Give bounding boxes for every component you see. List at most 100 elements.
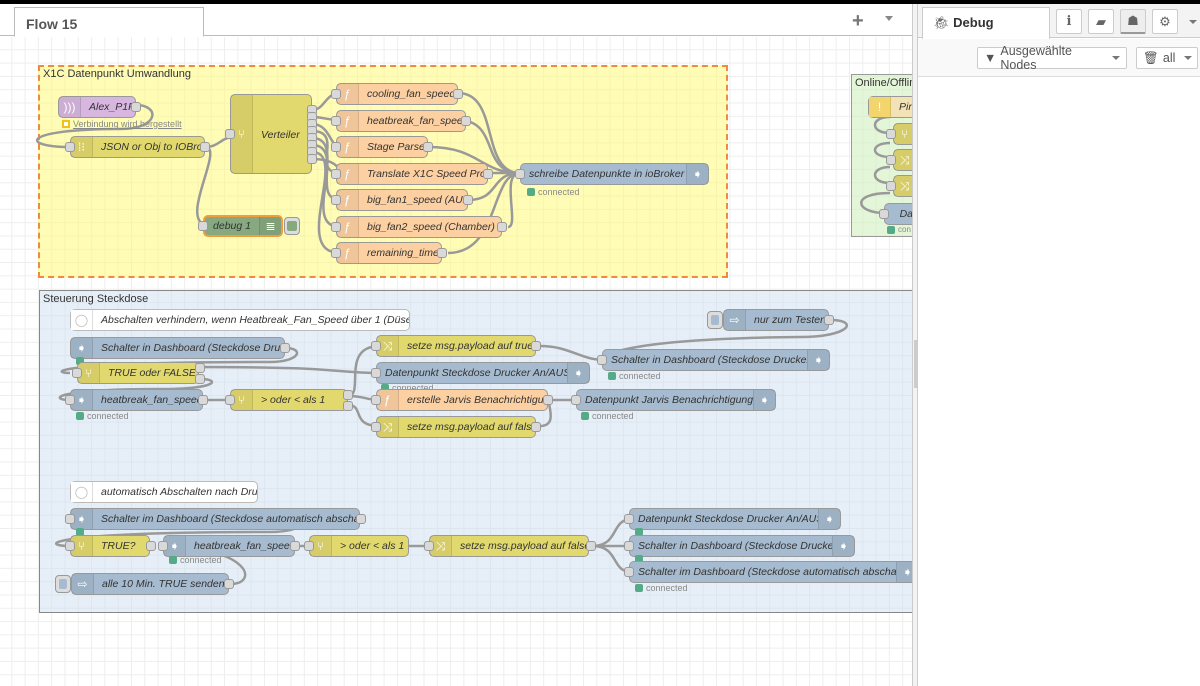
input-port[interactable] [371, 395, 381, 405]
info-button[interactable]: i [1056, 9, 1082, 34]
output-port[interactable] [437, 248, 447, 258]
output-port[interactable] [543, 395, 553, 405]
output-port[interactable] [195, 374, 205, 384]
tab-menu-caret-icon[interactable] [885, 16, 893, 21]
node-alex-p1p[interactable]: ))) Alex_P1P [58, 96, 136, 118]
inject-trigger-button[interactable] [707, 311, 723, 329]
output-port[interactable] [195, 363, 205, 373]
node-setze-payload-true[interactable]: ⤨ setze msg.payload auf true [376, 335, 536, 357]
comment-automatisch-abschalten[interactable]: ◯ automatisch Abschalten nach Druck [70, 481, 258, 503]
node-big-fan2-speed[interactable]: ƒ big_fan2_speed (Chamber) [336, 216, 502, 238]
node-alle-10-min[interactable]: ⇨ alle 10 Min. TRUE senden ↻ [71, 573, 229, 595]
output-port[interactable] [531, 422, 541, 432]
input-port[interactable] [72, 368, 82, 378]
input-port[interactable] [331, 142, 341, 152]
input-port[interactable] [371, 422, 381, 432]
node-oder-als-1-b[interactable]: ⑂ > oder < als 1 [309, 535, 409, 557]
node-datenpunkt-steckdose-drucker-2[interactable]: Datenpunkt Steckdose Drucker An/AUS ➧ [629, 508, 841, 530]
input-port[interactable] [198, 221, 208, 231]
input-port[interactable] [597, 355, 607, 365]
comment-abschalten-verhindern[interactable]: ◯ Abschalten verhindern, wenn Heatbreak_… [70, 309, 410, 331]
node-setze-payload-false-2[interactable]: ⤨ setze msg.payload auf false [429, 535, 589, 557]
output-port[interactable] [586, 541, 596, 551]
debug-toggle-button[interactable] [284, 217, 300, 235]
input-port[interactable] [331, 89, 341, 99]
node-cooling-fan-speed[interactable]: ƒ cooling_fan_speed [336, 83, 458, 105]
node-true-q[interactable]: ⑂ TRUE? [70, 535, 150, 557]
output-port[interactable] [224, 579, 234, 589]
node-schalter-dashboard-out[interactable]: Schalter in Dashboard (Steckdose Drucker… [602, 349, 830, 371]
input-port[interactable] [65, 395, 75, 405]
input-port[interactable] [624, 567, 634, 577]
help-button[interactable]: ▰ [1088, 9, 1114, 34]
input-port[interactable] [515, 169, 525, 179]
add-tab-button[interactable]: + [852, 10, 864, 33]
node-big-fan1-speed[interactable]: ƒ big_fan1_speed (AUX) [336, 189, 468, 211]
sidebar-menu-caret-icon[interactable] [1189, 20, 1197, 24]
config-button[interactable]: ⚙ [1152, 9, 1178, 34]
output-port[interactable] [463, 195, 473, 205]
input-port[interactable] [65, 142, 75, 152]
filter-dropdown[interactable]: ▼ Ausgewählte Nodes [977, 44, 1127, 72]
node-json-to-iobroker[interactable]: ⁞⁝ JSON or Obj to IOBroker [70, 136, 205, 158]
input-port[interactable] [225, 129, 235, 139]
clear-dropdown[interactable]: 🗑︎ all [1136, 47, 1198, 69]
node-heatbreak-fan-speed-in[interactable]: ➧ heatbreak_fan_speed [70, 389, 203, 411]
output-port[interactable] [200, 142, 210, 152]
node-ping[interactable]: ! Ping [868, 96, 912, 118]
output-port[interactable] [461, 116, 471, 126]
input-port[interactable] [304, 541, 314, 551]
output-port[interactable] [280, 343, 290, 353]
splitter-grip[interactable] [914, 340, 917, 388]
debug-button[interactable]: ☗ [1120, 9, 1146, 34]
output-port[interactable] [131, 102, 141, 112]
input-port[interactable] [571, 395, 581, 405]
input-port[interactable] [331, 222, 341, 232]
node-datenpunkt-jarvis[interactable]: Datenpunkt Jarvis Benachrichtigung ➧ [576, 389, 776, 411]
input-port[interactable] [158, 541, 168, 551]
tab-flow-15[interactable]: Flow 15 [14, 7, 204, 37]
sidebar-tab-debug[interactable]: 🐞︎ Debug [922, 7, 1050, 39]
output-port[interactable] [343, 401, 353, 411]
node-remaining-time[interactable]: ƒ remaining_time [336, 242, 442, 264]
node-erstelle-jarvis[interactable]: ƒ erstelle Jarvis Benachrichtigung [376, 389, 548, 411]
output-port[interactable] [453, 89, 463, 99]
input-port[interactable] [424, 541, 434, 551]
node-setze-payload-false[interactable]: ⤨ setze msg.payload auf false [376, 416, 536, 438]
inject-trigger-button[interactable] [55, 575, 71, 593]
input-port[interactable] [624, 541, 634, 551]
input-port[interactable] [886, 129, 896, 139]
input-port[interactable] [331, 116, 341, 126]
input-port[interactable] [371, 368, 381, 378]
input-port[interactable] [879, 209, 889, 219]
output-port[interactable] [307, 154, 317, 164]
node-schalter-auto-in[interactable]: ➧ Schalter im Dashboard (Steckdose autom… [70, 508, 360, 530]
output-port[interactable] [483, 169, 493, 179]
input-port[interactable] [65, 514, 75, 524]
node-schalter-auto-out[interactable]: Schalter im Dashboard (Steckdose automat… [629, 561, 912, 583]
node-heatbreak-fan-speed-in-2[interactable]: ➧ heatbreak_fan_speed [163, 535, 295, 557]
node-heatbreak-fan-speed[interactable]: ƒ heatbreak_fan_speed [336, 110, 466, 132]
input-port[interactable] [225, 395, 235, 405]
output-port[interactable] [356, 514, 366, 524]
node-schreibe-datenpunkte[interactable]: schreibe Datenpunkte in ioBroker ➧ [520, 163, 709, 185]
input-port[interactable] [371, 341, 381, 351]
output-port[interactable] [423, 142, 433, 152]
input-port[interactable] [331, 248, 341, 258]
output-port[interactable] [198, 395, 208, 405]
node-translate-x1c-speed-profile[interactable]: ƒ Translate X1C Speed Profile [336, 163, 488, 185]
input-port[interactable] [886, 155, 896, 165]
output-port[interactable] [290, 541, 300, 551]
output-port[interactable] [146, 541, 156, 551]
output-port[interactable] [531, 341, 541, 351]
input-port[interactable] [65, 541, 75, 551]
node-oder-als-1[interactable]: ⑂ > oder < als 1 [230, 389, 348, 411]
input-port[interactable] [331, 195, 341, 205]
output-port[interactable] [343, 390, 353, 400]
node-datenpunkt-steckdose-drucker[interactable]: Datenpunkt Steckdose Drucker An/AUS ➧ [376, 362, 590, 384]
output-port[interactable] [824, 315, 834, 325]
node-nur-zum-testen[interactable]: ⇨ nur zum Testen [723, 309, 829, 331]
flow-canvas[interactable]: X1C Datenpunkt Umwandlung Steuerung Stec… [0, 37, 912, 686]
input-port[interactable] [331, 169, 341, 179]
node-stage-parser[interactable]: ƒ Stage Parser [336, 136, 428, 158]
